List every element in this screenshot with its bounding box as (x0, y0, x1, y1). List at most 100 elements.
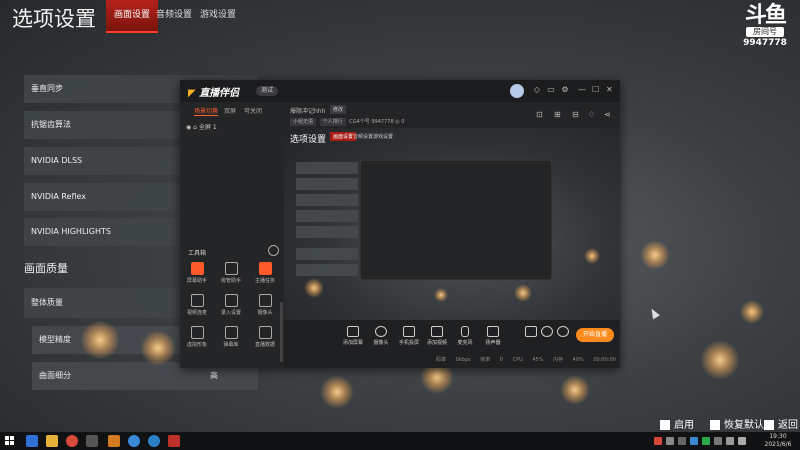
back-hint[interactable]: 返回 (764, 416, 798, 431)
app-icon[interactable] (108, 435, 120, 447)
tray-icon[interactable] (702, 437, 710, 445)
close-icon[interactable]: ✕ (606, 85, 613, 94)
screen-icon (190, 262, 204, 275)
bokeh-light (560, 375, 590, 405)
folder-icon[interactable] (46, 435, 58, 447)
play-icon (431, 326, 443, 337)
setting-label: NVIDIA Reflex (31, 192, 87, 201)
app-badge: 测试 (256, 86, 278, 96)
windows-start-icon[interactable] (5, 436, 15, 446)
taskbar-clock[interactable]: 19:30 2021/6/6 (760, 433, 796, 449)
eye-icon[interactable]: ◉ (186, 124, 191, 131)
tool-label: 直播数据 (254, 342, 275, 348)
network-icon[interactable] (726, 437, 734, 445)
tool-label: 屏幕助手 (186, 278, 207, 284)
tray-icon[interactable] (714, 437, 722, 445)
tool-camera[interactable]: 摄像头 (252, 294, 278, 316)
bokeh-light (640, 240, 670, 270)
settings-button[interactable] (550, 326, 576, 337)
camera-icon (375, 326, 387, 337)
tab-game-settings[interactable]: 游戏设置 (192, 0, 244, 31)
lock-icon[interactable]: ⊡ (536, 110, 543, 119)
preview-row (296, 226, 358, 238)
stream-preview[interactable]: 选项设置 画面设置 音频设置 游戏设置 (284, 128, 620, 320)
gear-icon[interactable]: ⚙ (560, 85, 570, 94)
room-chip[interactable]: 个人排行 (319, 118, 346, 126)
bokeh-light (740, 300, 764, 324)
camera-button[interactable]: 摄像头 (368, 326, 394, 346)
chrome-icon[interactable] (66, 435, 78, 447)
reset-hint[interactable]: 恢复默认 (710, 416, 764, 431)
tools-settings-icon[interactable] (268, 245, 279, 256)
streaming-app-window: ◤ 直播伴侣 测试 ◇ ▭ ⚙ — ☐ ✕ 场景切换 双屏 可关闭 ◉ ⌂ 全屏… (180, 80, 620, 368)
tool-screen-assistant[interactable]: 屏幕助手 (184, 262, 210, 284)
taskbar: 19:30 2021/6/6 (0, 432, 800, 450)
browser-icon[interactable] (148, 435, 160, 447)
shield-icon[interactable]: ◇ (532, 85, 542, 94)
volume-icon[interactable] (738, 437, 746, 445)
tab-closable[interactable]: 可关闭 (244, 106, 262, 115)
tool-danmaku[interactable]: 弹幕库 (218, 326, 244, 348)
scene-item-label: 全屏 1 (198, 124, 217, 131)
message-icon[interactable]: ▭ (546, 85, 556, 94)
bokeh-light (304, 278, 324, 298)
add-screen-button[interactable]: 添加屏幕 (340, 326, 366, 346)
tool-label: 弹幕库 (223, 342, 239, 348)
bottom-toolbar: 添加屏幕 摄像头 手机投屏 添加视频 麦克风 扬声器 开始直播 码率 0kbps… (284, 320, 620, 368)
nested-preview (360, 160, 552, 280)
lock-icon[interactable]: ⌂ (193, 124, 197, 131)
bokeh-light (584, 248, 600, 264)
add-video-button[interactable]: 添加视频 (424, 326, 450, 346)
gift-icon[interactable]: ⊞ (554, 110, 561, 119)
start-stream-button[interactable]: 开始直播 (576, 328, 614, 342)
app-left-panel: 场景切换 双屏 可关闭 ◉ ⌂ 全屏 1 工具箱 屏幕助手 房管助手 主播任务 … (180, 102, 284, 368)
tool-input-settings[interactable]: 录入设置 (218, 294, 244, 316)
tool-stream-data[interactable]: 直播数据 (252, 326, 278, 348)
hint-label: 恢复默认 (724, 420, 764, 431)
preview-tab: 游戏设置 (373, 134, 394, 140)
setting-label: 垂直同步 (31, 84, 63, 93)
room-edit-tag[interactable]: 修改 (330, 105, 347, 114)
tray-icon[interactable] (666, 437, 674, 445)
tab-scene-switch[interactable]: 场景切换 (194, 106, 219, 116)
bottom-tool-label: 扬声器 (485, 340, 501, 346)
tab-dual-screen[interactable]: 双屏 (224, 106, 236, 115)
apply-hint[interactable]: 启用 (660, 416, 694, 431)
microphone-button[interactable]: 麦克风 (452, 326, 478, 346)
browser-icon[interactable] (128, 435, 140, 447)
tool-admin-assistant[interactable]: 房管助手 (218, 262, 244, 284)
hint-label: 启用 (674, 420, 694, 431)
scene-item[interactable]: ◉ ⌂ 全屏 1 (186, 122, 217, 131)
tray-icon[interactable] (678, 437, 686, 445)
tool-video-link[interactable]: 视频连麦 (184, 294, 210, 316)
tray-icon[interactable] (654, 437, 662, 445)
stream-status: 码率 0kbps 帧率 0 CPU 45% 内存 40% 00:00:00 (436, 356, 616, 363)
tool-avatar[interactable]: 虚拟形象 (184, 326, 210, 348)
tray-icon[interactable] (690, 437, 698, 445)
avatar[interactable] (510, 84, 524, 98)
link-icon[interactable]: ⊟ (572, 110, 579, 119)
section-heading-quality: 画面质量 (24, 262, 68, 275)
explorer-icon[interactable] (26, 435, 38, 447)
preview-title: 选项设置 (290, 135, 327, 145)
share-icon[interactable]: ⋖ (604, 110, 611, 119)
bokeh-light (140, 330, 176, 366)
viewer-count: 0 (401, 119, 405, 125)
speaker-button[interactable]: 扬声器 (480, 326, 506, 346)
bell-icon[interactable]: ♢ (588, 110, 595, 119)
game-header: 选项设置 画面设置 音频设置 游戏设置 斗鱼 房间号 9947778 (0, 0, 800, 48)
tool-label: 虚拟形象 (186, 342, 207, 348)
maximize-icon[interactable]: ☐ (592, 85, 599, 94)
app-icon[interactable] (168, 435, 180, 447)
key-icon (660, 420, 670, 430)
room-label: 房间号 (746, 27, 784, 37)
bokeh-light (320, 375, 354, 409)
app-logo: ◤ 直播伴侣 (188, 84, 239, 99)
phone-cast-button[interactable]: 手机投屏 (396, 326, 422, 346)
tool-streamer-tasks[interactable]: 主播任务 (252, 262, 278, 284)
minimize-icon[interactable]: — (578, 85, 586, 94)
room-chip[interactable]: 小组无语 (290, 118, 317, 126)
preview-row (296, 210, 358, 222)
gear-icon[interactable] (86, 435, 98, 447)
tools-scrollbar[interactable] (280, 302, 283, 362)
